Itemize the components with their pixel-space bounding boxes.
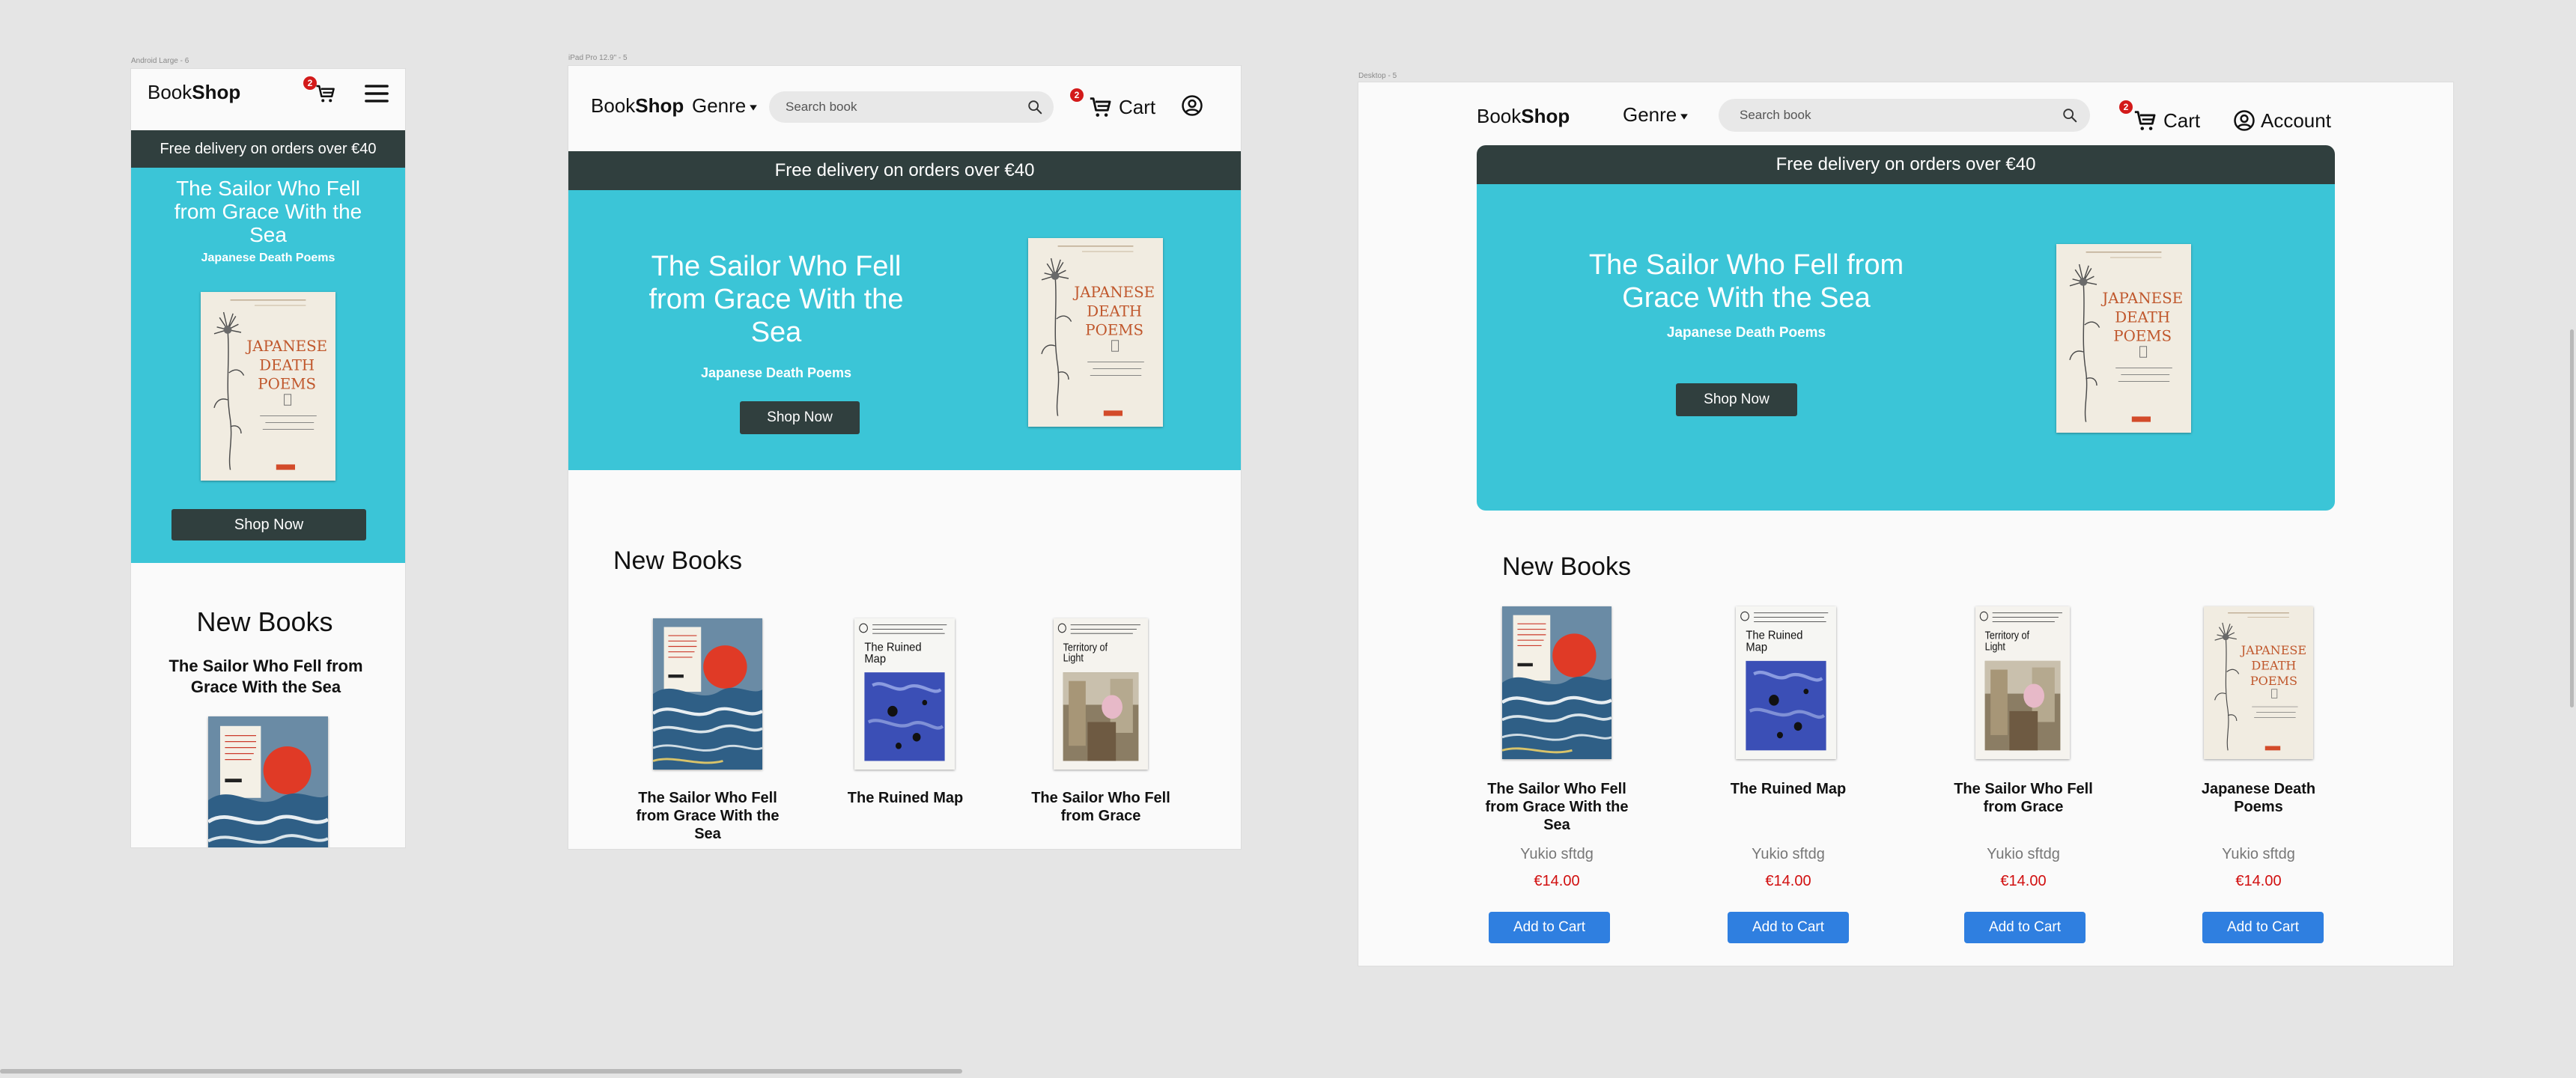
- hero: The Sailor Who Fell from Grace With the …: [1477, 184, 2335, 511]
- genre-dropdown[interactable]: Genre: [692, 94, 758, 118]
- book-author: Yukio sftdg: [1987, 846, 2060, 862]
- book-author: Yukio sftdg: [2222, 846, 2295, 862]
- mobile-frame: BookShop 2 Free delivery on orders over …: [131, 69, 405, 847]
- section-title: New Books: [196, 606, 333, 637]
- logo-shop: Shop: [192, 81, 241, 103]
- shop-now-button[interactable]: Shop Now: [1676, 383, 1797, 416]
- hero-subtitle: Japanese Death Poems: [201, 252, 335, 264]
- genre-label: Genre: [692, 94, 747, 117]
- book-price: €14.00: [1534, 873, 1580, 889]
- book-cover[interactable]: [653, 618, 762, 770]
- book-title[interactable]: The Sailor Who Fell from Grace With the …: [1474, 780, 1639, 834]
- book-cover[interactable]: [1054, 618, 1148, 770]
- hero-title: The Sailor Who Fell from Grace With the …: [1588, 249, 1904, 314]
- book-title[interactable]: The Sailor Who Fell from Grace With the …: [154, 656, 378, 698]
- account-icon[interactable]: [1181, 94, 1203, 117]
- logo-shop: Shop: [635, 94, 684, 117]
- logo-book: Book: [591, 94, 636, 117]
- cart-icon[interactable]: [1088, 94, 1114, 120]
- vertical-scrollbar[interactable]: [2570, 329, 2574, 707]
- hero: The Sailor Who Fell from Grace With the …: [131, 168, 405, 563]
- caret-down-icon: [1680, 112, 1689, 121]
- cart-icon[interactable]: [2133, 108, 2158, 133]
- cart-badge: 2: [2119, 100, 2133, 114]
- shop-now-button[interactable]: Shop Now: [171, 509, 366, 540]
- search-bar[interactable]: Search book: [1719, 99, 2090, 132]
- logo-book: Book: [1477, 105, 1522, 127]
- cart-badge: 2: [1070, 88, 1084, 102]
- add-to-cart-button[interactable]: Add to Cart: [1489, 912, 1610, 943]
- book-title[interactable]: The Sailor Who Fell from Grace: [1026, 789, 1176, 825]
- book-price: €14.00: [2235, 873, 2282, 889]
- account-icon[interactable]: [2233, 109, 2255, 132]
- book-title[interactable]: Japanese Death Poems: [2176, 780, 2341, 816]
- hero-cover[interactable]: [2056, 244, 2191, 433]
- shop-now-button[interactable]: Shop Now: [740, 401, 860, 434]
- book-price: €14.00: [1765, 873, 1811, 889]
- hero-cover[interactable]: [201, 292, 335, 481]
- logo[interactable]: BookShop: [1477, 105, 1570, 128]
- book-title[interactable]: The Ruined Map: [1706, 780, 1871, 798]
- frame-label-desktop: Desktop - 5: [1358, 72, 1397, 80]
- caret-down-icon: [749, 103, 758, 112]
- search-bar[interactable]: Search book: [769, 91, 1054, 123]
- add-to-cart-button[interactable]: Add to Cart: [2202, 912, 2324, 943]
- logo[interactable]: BookShop: [591, 94, 684, 118]
- search-input[interactable]: Search book: [1740, 108, 2062, 123]
- frame-label-mobile: Android Large - 6: [131, 57, 189, 65]
- book-author: Yukio sftdg: [1520, 846, 1594, 862]
- book-title[interactable]: The Sailor Who Fell from Grace With the …: [633, 789, 783, 843]
- cart-icon[interactable]: [315, 82, 337, 105]
- cart-label[interactable]: Cart: [2163, 109, 2200, 133]
- search-icon[interactable]: [2062, 107, 2078, 124]
- tablet-frame: BookShop Genre Search book 2 Cart Free d…: [568, 66, 1241, 849]
- cart-label[interactable]: Cart: [1119, 96, 1155, 119]
- add-to-cart-button[interactable]: Add to Cart: [1728, 912, 1849, 943]
- book-author: Yukio sftdg: [1752, 846, 1825, 862]
- delivery-banner: Free delivery on orders over €40: [131, 130, 405, 168]
- book-title[interactable]: The Ruined Map: [830, 789, 980, 807]
- cart-badge: 2: [303, 76, 317, 90]
- delivery-text: Free delivery on orders over €40: [160, 141, 377, 157]
- genre-label: Genre: [1623, 103, 1677, 126]
- section-title: New Books: [1502, 552, 1631, 581]
- hero-cover[interactable]: [1028, 238, 1163, 427]
- book-cover[interactable]: [854, 618, 955, 770]
- delivery-banner: Free delivery on orders over €40: [1477, 145, 2335, 184]
- book-cover[interactable]: [1502, 606, 1611, 759]
- logo-shop: Shop: [1521, 105, 1570, 127]
- hero-subtitle: Japanese Death Poems: [1666, 325, 1826, 341]
- book-price: €14.00: [2000, 873, 2047, 889]
- horizontal-scrollbar[interactable]: [0, 1069, 962, 1074]
- hero-title: The Sailor Who Fell from Grace With the …: [648, 251, 904, 348]
- logo-book: Book: [148, 81, 192, 103]
- delivery-banner: Free delivery on orders over €40: [568, 151, 1241, 190]
- logo[interactable]: BookShop: [148, 81, 240, 104]
- genre-dropdown[interactable]: Genre: [1623, 103, 1689, 127]
- book-title[interactable]: The Sailor Who Fell from Grace: [1941, 780, 2106, 816]
- frame-label-tablet: iPad Pro 12.9" - 5: [568, 54, 628, 62]
- menu-icon[interactable]: [364, 81, 389, 106]
- hero-title: The Sailor Who Fell from Grace With the …: [174, 177, 362, 246]
- book-cover[interactable]: [208, 716, 328, 847]
- hero: The Sailor Who Fell from Grace With the …: [568, 190, 1241, 470]
- hero-subtitle: Japanese Death Poems: [700, 365, 852, 380]
- desktop-frame: BookShop Genre Search book 2 Cart Accoun…: [1358, 82, 2453, 966]
- book-cover[interactable]: [1736, 606, 1836, 759]
- search-icon[interactable]: [1027, 99, 1043, 115]
- account-label[interactable]: Account: [2261, 109, 2331, 133]
- book-cover[interactable]: [1975, 606, 2070, 759]
- search-input[interactable]: Search book: [786, 100, 1027, 115]
- delivery-text: Free delivery on orders over €40: [1775, 154, 2036, 174]
- book-cover[interactable]: [2204, 606, 2313, 759]
- delivery-text: Free delivery on orders over €40: [774, 160, 1035, 180]
- add-to-cart-button[interactable]: Add to Cart: [1964, 912, 2086, 943]
- section-title: New Books: [613, 546, 742, 575]
